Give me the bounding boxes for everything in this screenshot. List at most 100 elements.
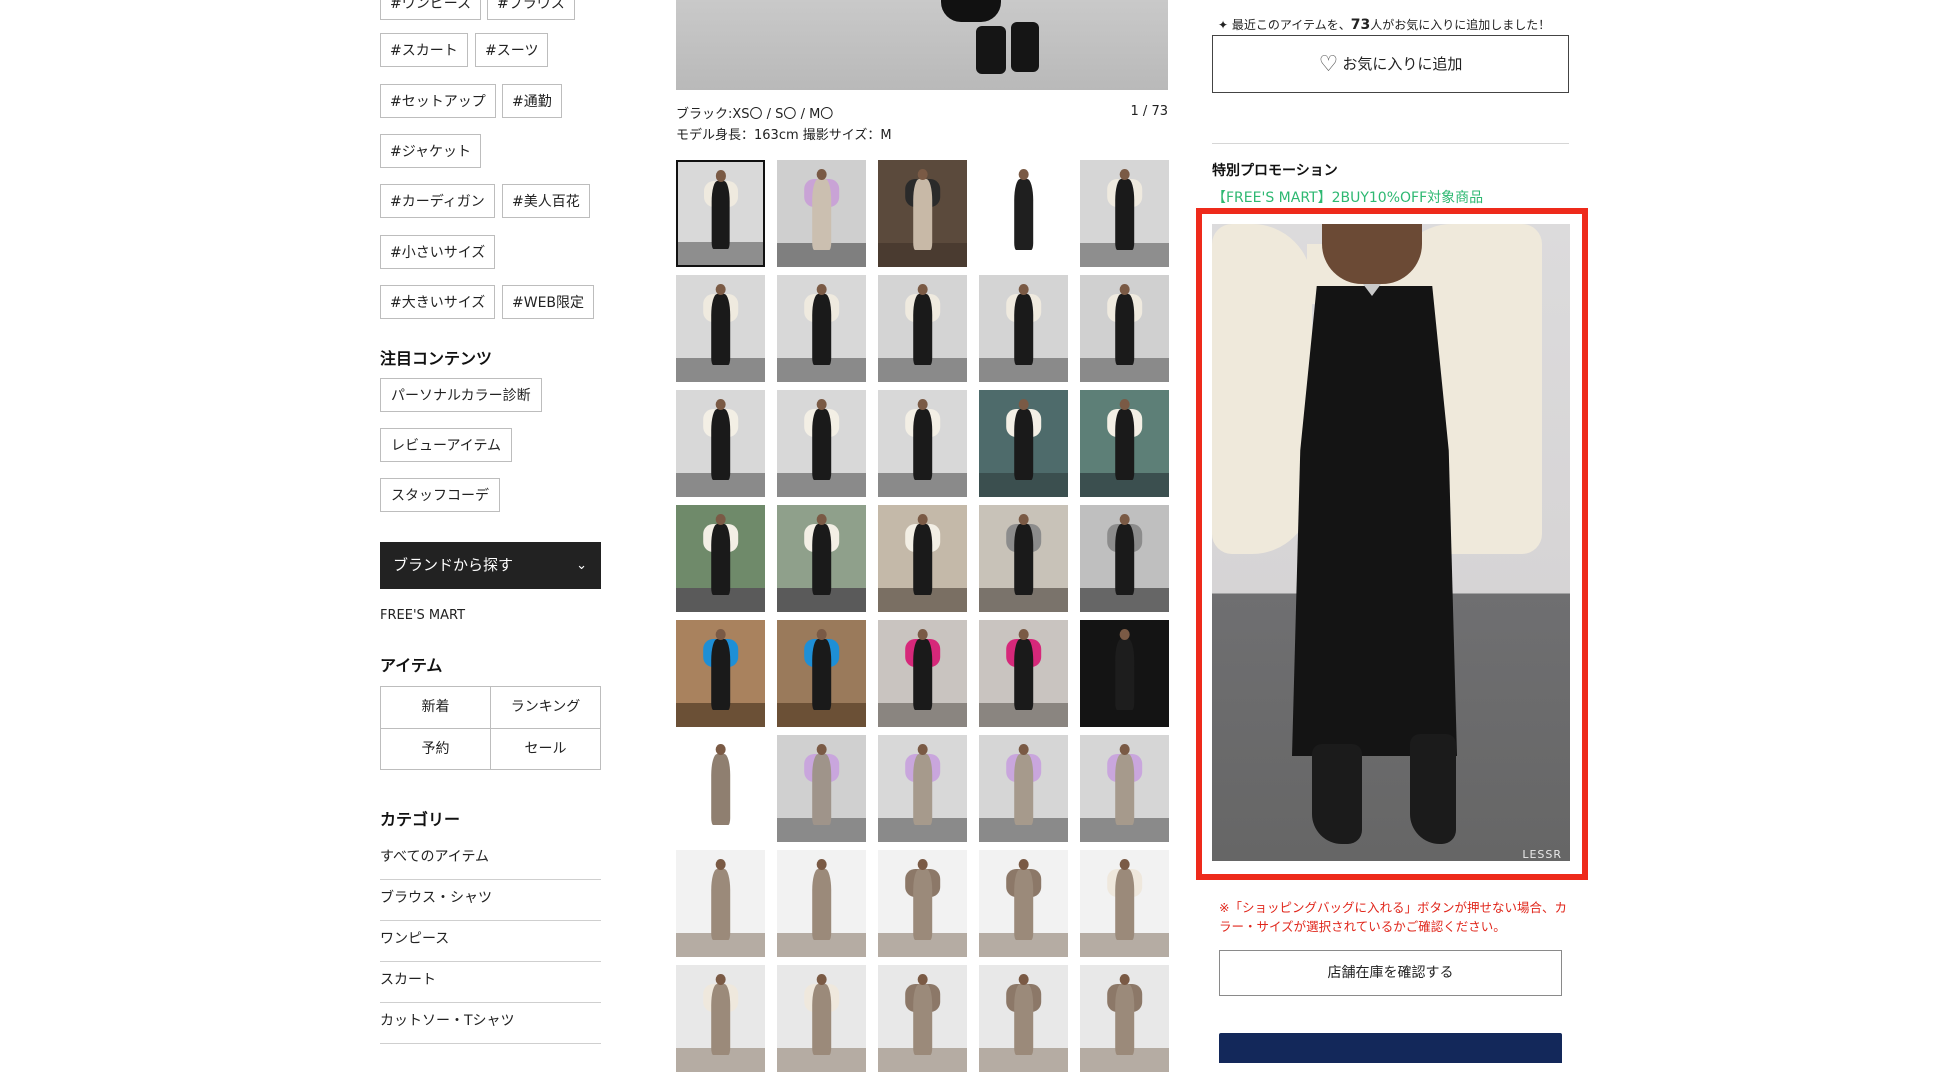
gallery-thumbnail[interactable] <box>676 850 765 957</box>
gallery-thumbnail[interactable] <box>878 505 967 612</box>
thumbnail-figure-body <box>912 754 933 825</box>
sparkle-icon: ✦ <box>1218 18 1229 32</box>
thumbnail-figure-head <box>917 513 928 526</box>
tag-link[interactable]: #小さいサイズ <box>380 235 496 269</box>
tag-link[interactable]: #スーツ <box>475 33 549 67</box>
thumbnail-figure-body <box>811 984 832 1055</box>
tag-link[interactable]: #カーディガン <box>380 184 495 218</box>
thumbnail-figure-head <box>1119 283 1130 296</box>
tag-link[interactable]: #大きいサイズ <box>380 285 496 319</box>
tag-link[interactable]: #ワンピース <box>380 0 482 20</box>
tag-link[interactable]: #ジャケット <box>380 134 482 168</box>
gallery-thumbnail[interactable] <box>777 620 866 727</box>
thumbnail-figure-body <box>710 524 731 595</box>
gallery-thumbnail[interactable] <box>878 620 967 727</box>
category-link[interactable]: すべてのアイテム <box>380 840 601 880</box>
gallery-thumbnail[interactable] <box>1080 390 1169 497</box>
gallery-thumbnail[interactable] <box>979 620 1068 727</box>
thumbnail-figure-body <box>1013 984 1034 1055</box>
category-link[interactable]: ブラウス・シャツ <box>380 881 601 921</box>
check-store-stock-button[interactable]: 店舗在庫を確認する <box>1219 950 1562 996</box>
thumbnail-figure-head <box>917 628 928 641</box>
category-link[interactable]: カットソー・Tシャツ <box>380 1004 601 1044</box>
gallery-thumbnail[interactable] <box>979 390 1068 497</box>
item-link-ranking[interactable]: ランキング <box>491 687 600 728</box>
thumbnail-figure-head <box>1018 743 1029 756</box>
gallery-thumbnail[interactable] <box>777 735 866 842</box>
model-info: モデル身長：163cm 撮影サイズ：M <box>676 128 892 143</box>
gallery-thumbnail[interactable] <box>1080 160 1169 267</box>
thumbnail-figure-head <box>715 973 726 986</box>
item-link-new[interactable]: 新着 <box>381 687 490 728</box>
thumbnail-figure-body <box>811 409 832 480</box>
gallery-thumbnail[interactable] <box>979 275 1068 382</box>
gallery-thumbnail[interactable] <box>777 505 866 612</box>
category-link[interactable]: スカート <box>380 963 601 1003</box>
gallery-thumbnail[interactable] <box>777 275 866 382</box>
thumbnail-figure-body <box>811 639 832 710</box>
gallery-thumbnail[interactable] <box>878 850 967 957</box>
gallery-thumbnail[interactable] <box>1080 735 1169 842</box>
brand-name-link[interactable]: FREE'S MART <box>380 608 465 623</box>
gallery-thumbnail[interactable] <box>1080 965 1169 1072</box>
thumbnail-figure-head <box>1018 398 1029 411</box>
thumbnail-figure-head <box>1119 743 1130 756</box>
gallery-thumbnail[interactable] <box>676 160 765 267</box>
gallery-thumbnail[interactable] <box>777 160 866 267</box>
thumbnail-figure-body <box>710 409 731 480</box>
gallery-thumbnail[interactable] <box>878 160 967 267</box>
tag-link[interactable]: #美人百花 <box>502 184 590 218</box>
gallery-thumbnail[interactable] <box>1080 850 1169 957</box>
add-to-bag-button[interactable] <box>1219 1033 1562 1063</box>
model-photo[interactable]: LESSR <box>1212 224 1570 861</box>
gallery-thumbnail[interactable] <box>777 390 866 497</box>
gallery-thumbnail[interactable] <box>979 965 1068 1072</box>
tag-link[interactable]: #ブラウス <box>487 0 575 20</box>
tag-link[interactable]: #スカート <box>380 33 468 67</box>
gallery-thumbnail[interactable] <box>878 735 967 842</box>
thumbnail-figure-body <box>710 984 731 1055</box>
gallery-thumbnail[interactable] <box>676 620 765 727</box>
item-link-sale[interactable]: セール <box>491 729 600 770</box>
boot-right <box>1410 734 1456 844</box>
thumbnail-figure-body <box>1114 179 1135 250</box>
tag-link[interactable]: #WEB限定 <box>502 285 595 319</box>
thumbnail-figure-body <box>1013 524 1034 595</box>
featured-link-personal-color[interactable]: パーソナルカラー診断 <box>380 378 542 412</box>
gallery-thumbnail[interactable] <box>676 965 765 1072</box>
gallery-thumbnail[interactable] <box>676 275 765 382</box>
gallery-thumbnail[interactable] <box>676 390 765 497</box>
brand-search-dropdown[interactable]: ブランドから探す ⌄ <box>380 542 601 589</box>
gallery-thumbnail[interactable] <box>979 160 1068 267</box>
gallery-thumbnail[interactable] <box>979 505 1068 612</box>
tag-link[interactable]: #通勤 <box>502 84 562 118</box>
promo-link[interactable]: 【FREE'S MART】2BUY10%OFF対象商品 <box>1212 187 1483 207</box>
featured-title: 注目コンテンツ <box>380 349 493 368</box>
gallery-thumbnail[interactable] <box>777 965 866 1072</box>
gallery-thumbnail[interactable] <box>878 965 967 1072</box>
gallery-thumbnail[interactable] <box>1080 505 1169 612</box>
featured-link-review[interactable]: レビューアイテム <box>380 428 513 462</box>
thumbnail-figure-head <box>1018 858 1029 871</box>
thumbnail-figure-body <box>1013 294 1034 365</box>
gallery-thumbnail[interactable] <box>1080 275 1169 382</box>
gallery-thumbnail[interactable] <box>676 505 765 612</box>
featured-link-staff-coord[interactable]: スタッフコーデ <box>380 478 500 512</box>
thumbnail-figure-head <box>715 283 726 296</box>
thumbnail-figure-body <box>912 639 933 710</box>
gallery-thumbnail[interactable] <box>878 275 967 382</box>
main-product-image[interactable] <box>676 0 1168 90</box>
gallery-thumbnail[interactable] <box>676 735 765 842</box>
add-to-favorites-button[interactable]: ♡ お気に入りに追加 <box>1212 35 1569 93</box>
tag-link[interactable]: #セットアップ <box>380 84 496 118</box>
gallery-thumbnail[interactable] <box>878 390 967 497</box>
gallery-thumbnail[interactable] <box>777 850 866 957</box>
thumbnail-figure-body <box>1114 639 1135 710</box>
category-link[interactable]: ワンピース <box>380 922 601 962</box>
thumbnail-figure-body <box>811 869 832 940</box>
gallery-thumbnail[interactable] <box>979 850 1068 957</box>
gallery-thumbnail[interactable] <box>979 735 1068 842</box>
boot-left <box>1312 744 1362 844</box>
item-link-reserve[interactable]: 予約 <box>381 729 490 770</box>
gallery-thumbnail[interactable] <box>1080 620 1169 727</box>
